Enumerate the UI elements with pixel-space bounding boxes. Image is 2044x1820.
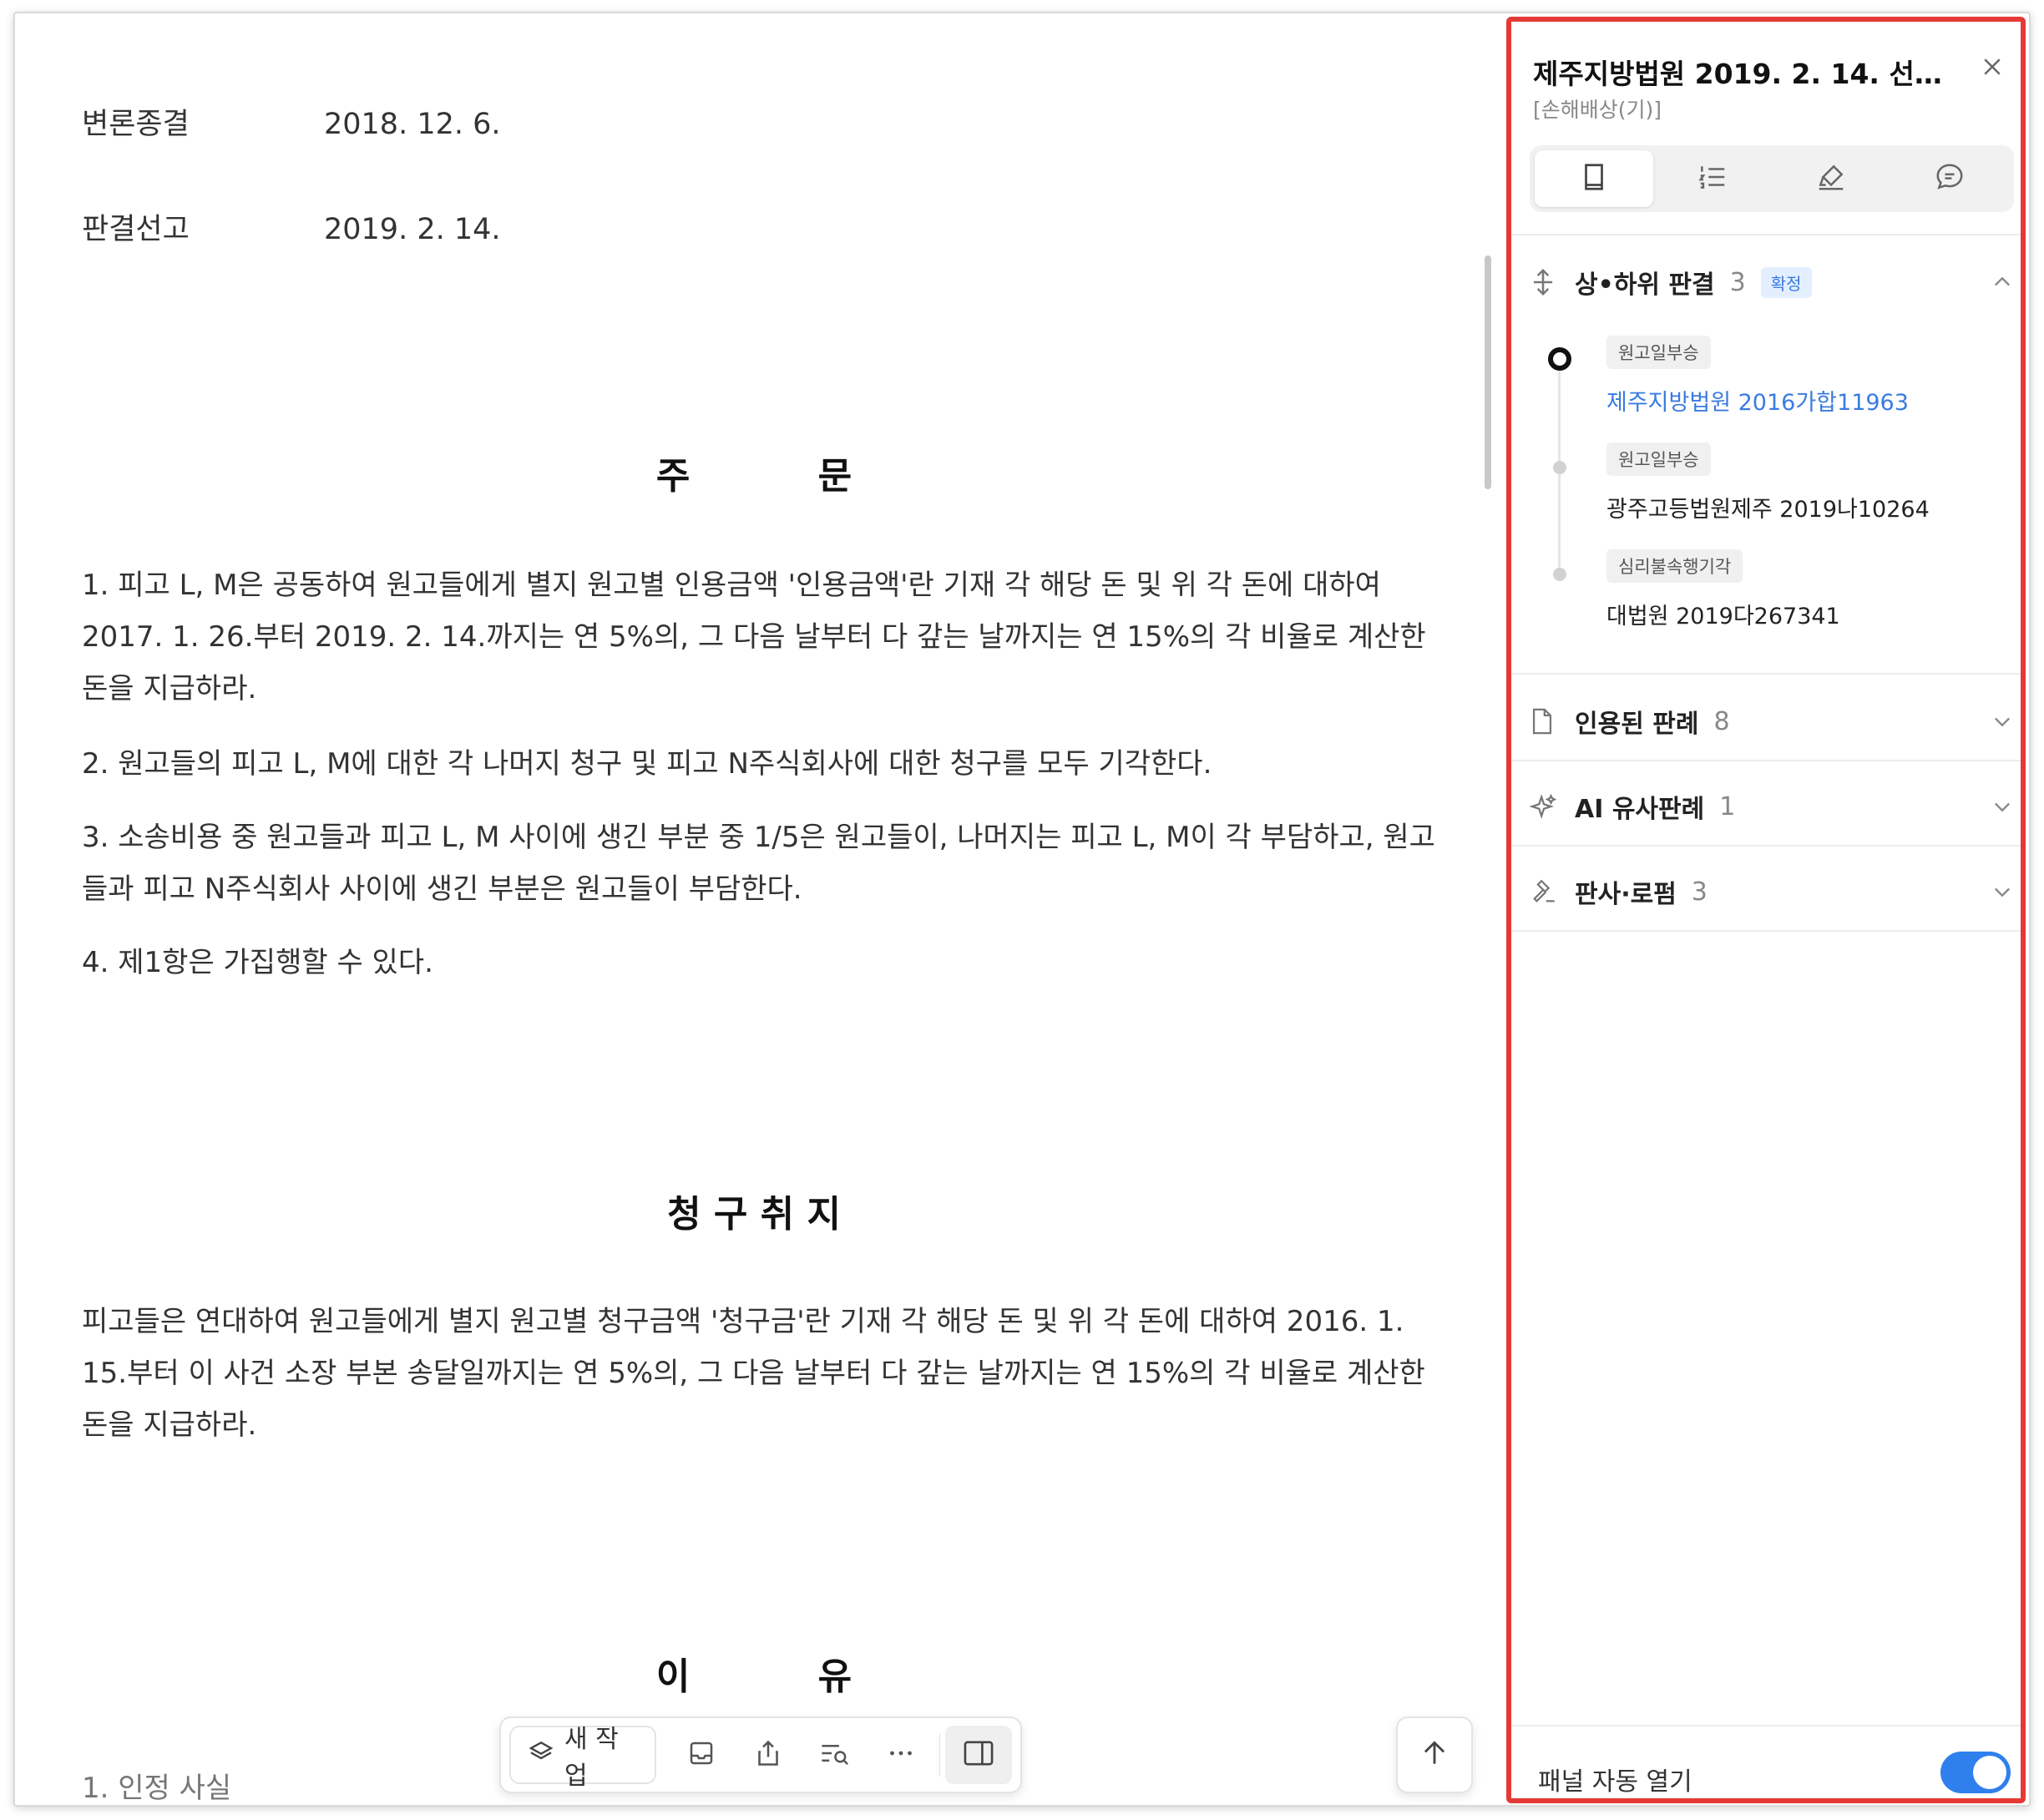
sparkle-icon [1530,792,1563,821]
toolbar-divider [939,1733,941,1777]
case-link-appeal[interactable]: 광주고등법원제주 2019나10264 [1606,491,1930,523]
toggle-knob [1973,1756,2006,1789]
section-header-ai-similar[interactable]: AI 유사판례 1 [1530,781,2014,832]
auto-open-label: 패널 자동 열기 [1538,1767,1692,1797]
find-in-document-button[interactable] [801,1726,868,1784]
share-button[interactable] [735,1726,802,1784]
comment-icon [1934,161,1966,196]
highlighter-icon [1814,161,1848,196]
more-icon [886,1738,916,1772]
panel-divider [1511,234,2021,235]
search-list-icon [818,1738,850,1772]
archive-icon [686,1738,716,1772]
bottom-toolbar: 새 작업 [499,1716,1022,1793]
tab-case-info[interactable] [1535,150,1653,207]
section-label: AI 유사판례 [1575,795,1705,824]
meta-row-judgment-date: 판결선고 2019. 2. 14. [82,205,501,248]
timeline-current-dot [1548,347,1571,371]
new-task-label: 새 작업 [564,1725,619,1791]
chevron-down-icon [1991,795,2014,818]
timeline-dot [1553,461,1566,474]
close-panel-button[interactable] [1976,52,2009,85]
close-icon [1980,54,2005,83]
paragraph-4: 4. 제1항은 가집행할 수 있다. [82,946,433,979]
paragraph-claim: 피고들은 연대하여 원고들에게 별지 원고별 청구금액 '청구금'란 기재 각 … [82,1305,1425,1442]
case-link-supreme[interactable]: 대법원 2019다267341 [1606,598,1840,630]
archive-button[interactable] [668,1726,735,1784]
scroll-to-top-button[interactable] [1396,1716,1473,1793]
book-icon [1578,161,1610,196]
section-title-reason: 이 유 [655,1656,853,1698]
app-window: 변론종결 2018. 12. 6. 판결선고 2019. 2. 14. 주 문 1.… [13,12,2031,1807]
document-icon [1530,707,1563,736]
paragraph-3: 3. 소송비용 중 원고들과 피고 L, M 사이에 생긴 부분 중 1/5은 … [82,821,1435,906]
section-header-judges-firms[interactable]: 판사·로펌 3 [1530,867,2014,917]
chevron-down-icon [1991,880,2014,903]
result-tag: 원고일부승 [1606,336,1711,369]
section-title-claim: 청 구 취 지 [667,1193,841,1236]
tab-comments[interactable] [1890,150,2009,207]
timeline-dot [1553,568,1566,581]
result-tag: 원고일부승 [1606,442,1711,476]
chevron-up-icon [1991,270,2014,294]
meta-label: 변론종결 [82,108,190,141]
vertical-arrows-icon [1530,266,1563,298]
document-view: 변론종결 2018. 12. 6. 판결선고 2019. 2. 14. 주 문 1.… [15,13,1493,1805]
arrow-up-icon [1419,1737,1450,1772]
side-panel-toggle-button[interactable] [945,1726,1013,1784]
document-scrollbar[interactable] [1485,255,1491,489]
section-count: 1 [1719,791,1736,822]
case-link-first-instance[interactable]: 제주지방법원 2016가합11963 [1606,384,1909,417]
section-header-cited-cases[interactable]: 인용된 판례 8 [1530,696,2014,746]
more-button[interactable] [868,1726,934,1784]
tab-highlights[interactable] [1772,150,1890,207]
panel-divider [1511,760,2021,761]
meta-row-argument-closed: 변론종결 2018. 12. 6. [82,100,501,143]
panel-footer-divider [1511,1725,2021,1726]
panel-tabs [1530,145,2014,212]
tab-outline[interactable] [1653,150,1772,207]
meta-value: 2018. 12. 6. [324,108,501,141]
paragraph-1: 1. 피고 L, M은 공동하여 원고들에게 별지 원고별 인용금액 '인용금액… [82,569,1426,705]
list-icon [1697,161,1728,196]
paragraph-2: 2. 원고들의 피고 L, M에 대한 각 나머지 청구 및 피고 N주식회사에… [82,747,1212,781]
panel-title: 제주지방법원 2019. 2. 14. 선고 2016... [1533,58,1950,90]
section-count: 3 [1729,267,1746,297]
share-icon [753,1738,783,1772]
result-tag: 심리불속행기각 [1606,549,1743,583]
meta-value: 2019. 2. 14. [324,213,501,246]
chevron-down-icon [1991,710,2014,733]
finalized-badge: 확정 [1760,266,1812,298]
section-count: 8 [1713,706,1730,736]
meta-label: 판결선고 [82,213,190,246]
section-label: 판사·로펌 [1575,880,1677,909]
panel-subtitle: [손해배상(기)] [1533,98,1662,122]
case-info-panel: 제주지방법원 2019. 2. 14. 선고 2016... [손해배상(기)] [1506,17,2026,1803]
section-header-hierarchy[interactable]: 상•하위 판결 3 확정 [1530,257,2014,307]
subheading-facts: 1. 인정 사실 [82,1772,232,1805]
section-label: 인용된 판례 [1575,710,1699,739]
section-count: 3 [1691,877,1708,907]
gavel-icon [1530,877,1563,906]
new-task-button[interactable]: 새 작업 [509,1725,657,1791]
section-label: 상•하위 판결 [1575,270,1715,300]
panel-divider [1511,673,2021,675]
section-title-jumun: 주 문 [655,455,853,498]
panel-divider [1511,930,2021,932]
auto-open-toggle[interactable] [1940,1752,2011,1793]
panel-toggle-icon [963,1739,994,1771]
panel-divider [1511,845,2021,847]
layers-icon [528,1738,554,1772]
